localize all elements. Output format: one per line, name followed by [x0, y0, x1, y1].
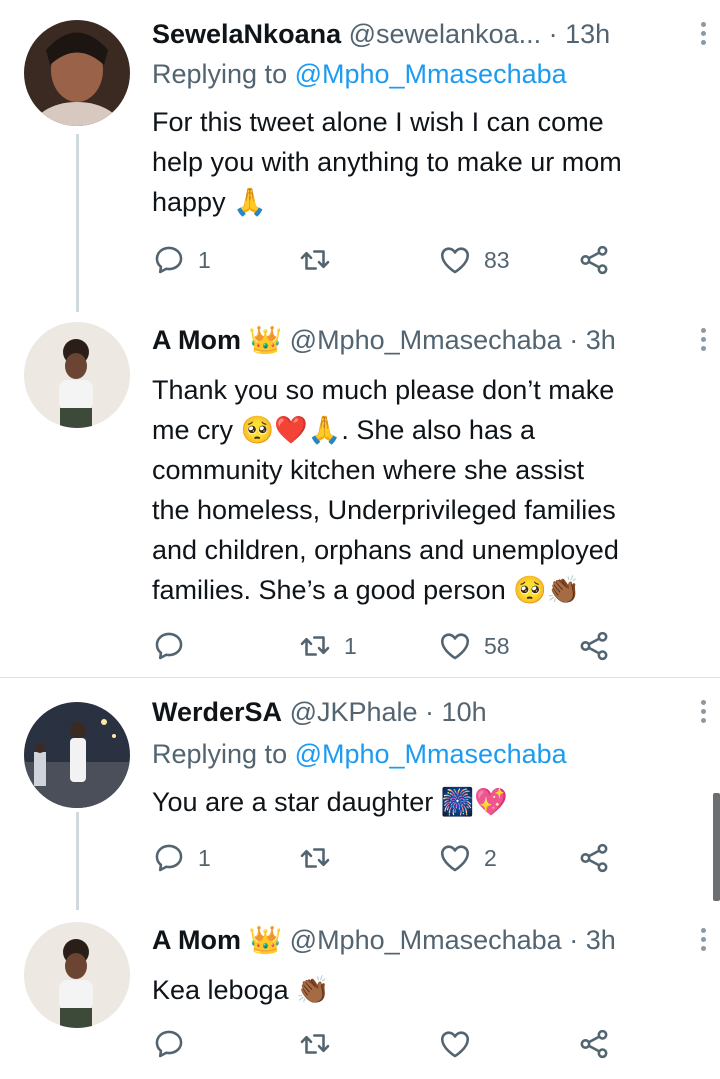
timestamp[interactable]: 3h	[586, 925, 616, 955]
replying-to: Replying to @Mpho_Mmasechaba	[152, 734, 567, 774]
share-button[interactable]	[577, 838, 611, 878]
display-name[interactable]: A Mom	[152, 925, 241, 955]
retweet-icon	[298, 1027, 332, 1061]
avatar[interactable]	[24, 922, 130, 1028]
thread-line	[76, 134, 79, 312]
replying-to: Replying to @Mpho_Mmasechaba	[152, 54, 567, 94]
display-name[interactable]: A Mom	[152, 325, 241, 355]
tweet-4[interactable]: A Mom 👑 @Mpho_Mmasechaba · 3h Kea leboga…	[0, 910, 720, 1079]
more-icon[interactable]	[699, 928, 707, 958]
share-icon	[577, 243, 611, 277]
retweet-icon	[298, 243, 332, 277]
scrollbar[interactable]	[713, 793, 720, 901]
share-icon	[577, 841, 611, 875]
separator: ·	[417, 697, 442, 727]
retweet-button[interactable]	[298, 1024, 344, 1064]
reply-icon	[152, 243, 186, 277]
tweet-1[interactable]: SewelaNkoana @sewelankoa... · 13h Replyi…	[0, 0, 720, 312]
retweet-button[interactable]: 1	[298, 626, 357, 666]
share-icon	[577, 629, 611, 663]
timestamp[interactable]: 3h	[586, 325, 616, 355]
avatar[interactable]	[24, 20, 130, 126]
reply-button[interactable]: 1	[152, 240, 211, 280]
like-icon	[438, 629, 472, 663]
tweet-text: Thank you so much please don’t make me c…	[152, 375, 619, 605]
retweet-button[interactable]	[298, 838, 344, 878]
retweet-count: 1	[344, 632, 357, 659]
share-button[interactable]	[577, 626, 611, 666]
timestamp[interactable]: 13h	[565, 19, 610, 49]
more-icon[interactable]	[699, 22, 707, 52]
reply-button[interactable]: 1	[152, 838, 211, 878]
display-name[interactable]: WerderSA	[152, 697, 282, 727]
reply-icon	[152, 1027, 186, 1061]
like-button[interactable]: 58	[438, 626, 510, 666]
like-button[interactable]: 2	[438, 838, 497, 878]
share-icon	[577, 1027, 611, 1061]
display-name[interactable]: SewelaNkoana	[152, 19, 341, 49]
share-button[interactable]	[577, 240, 611, 280]
retweet-icon	[298, 841, 332, 875]
separator: ·	[561, 325, 586, 355]
replying-label: Replying to	[152, 59, 295, 89]
separator: ·	[561, 925, 586, 955]
tweet-header: A Mom 👑 @Mpho_Mmasechaba · 3h	[152, 320, 616, 360]
timestamp[interactable]: 10h	[442, 697, 487, 727]
reply-count: 1	[198, 246, 211, 273]
thread-line	[76, 812, 79, 910]
tweet-text: Kea leboga 👏🏾	[152, 975, 330, 1005]
reply-icon	[152, 841, 186, 875]
like-button[interactable]: 83	[438, 240, 510, 280]
reply-button[interactable]	[152, 1024, 198, 1064]
more-icon[interactable]	[699, 700, 707, 730]
user-handle[interactable]: @Mpho_Mmasechaba	[290, 925, 562, 955]
action-bar: 1 58	[152, 626, 622, 666]
reply-button[interactable]	[152, 626, 198, 666]
user-handle[interactable]: @JKPhale	[290, 697, 418, 727]
replying-label: Replying to	[152, 739, 295, 769]
tweet-text: For this tweet alone I wish I can come h…	[152, 107, 622, 217]
share-button[interactable]	[577, 1024, 611, 1064]
avatar[interactable]	[24, 702, 130, 808]
like-icon	[438, 243, 472, 277]
user-handle[interactable]: @sewelankoa...	[349, 19, 542, 49]
tweet-text: You are a star daughter 🎆💖	[152, 787, 508, 817]
retweet-icon	[298, 629, 332, 663]
like-button[interactable]	[438, 1024, 484, 1064]
like-icon	[438, 841, 472, 875]
like-icon	[438, 1027, 472, 1061]
like-count: 58	[484, 632, 510, 659]
retweet-button[interactable]	[298, 240, 344, 280]
crown-badge: 👑	[248, 925, 283, 955]
more-icon[interactable]	[699, 328, 707, 358]
reply-count: 1	[198, 844, 211, 871]
reply-icon	[152, 629, 186, 663]
crown-badge: 👑	[248, 325, 283, 355]
tweet-header: SewelaNkoana @sewelankoa... · 13h	[152, 14, 610, 54]
tweet-3[interactable]: WerderSA @JKPhale · 10h Replying to @Mph…	[0, 678, 720, 910]
user-handle[interactable]: @Mpho_Mmasechaba	[290, 325, 562, 355]
like-count: 83	[484, 246, 510, 273]
tweet-2[interactable]: A Mom 👑 @Mpho_Mmasechaba · 3h Thank you …	[0, 310, 720, 676]
separator: ·	[541, 19, 566, 49]
action-bar	[152, 1024, 622, 1064]
like-count: 2	[484, 844, 497, 871]
tweet-header: A Mom 👑 @Mpho_Mmasechaba · 3h	[152, 920, 616, 960]
replying-handle-link[interactable]: @Mpho_Mmasechaba	[295, 739, 567, 769]
action-bar: 1 83	[152, 240, 622, 280]
tweet-header: WerderSA @JKPhale · 10h	[152, 692, 487, 732]
avatar[interactable]	[24, 322, 130, 428]
replying-handle-link[interactable]: @Mpho_Mmasechaba	[295, 59, 567, 89]
action-bar: 1 2	[152, 838, 622, 878]
